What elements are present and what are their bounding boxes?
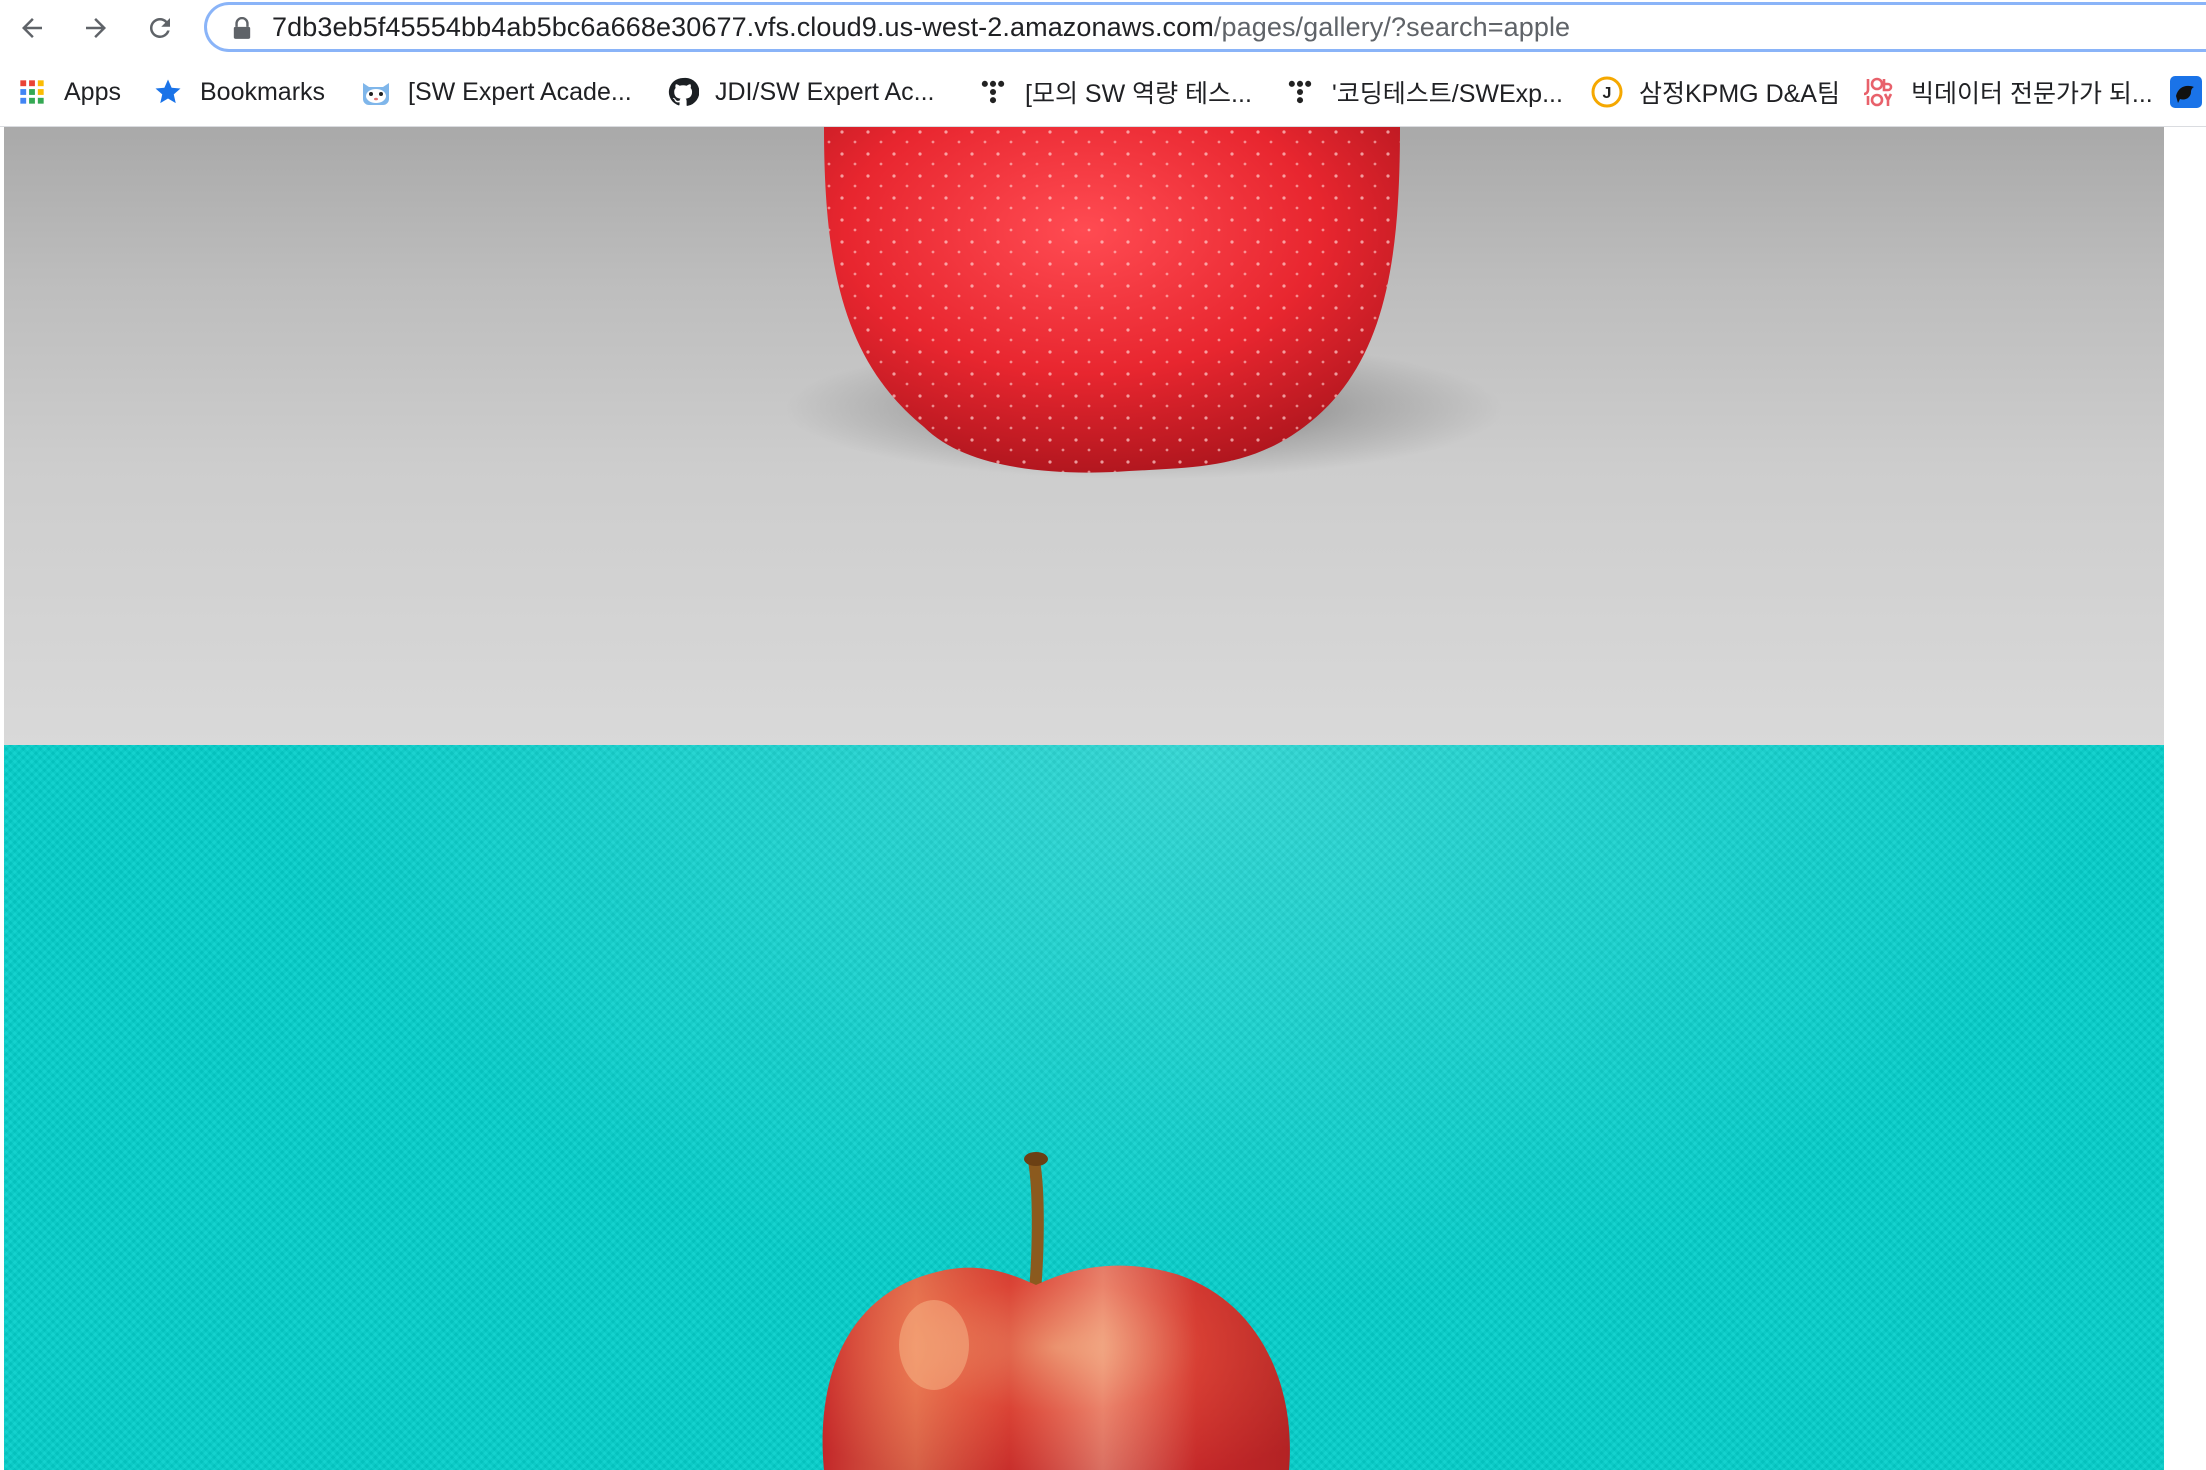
bookmarks-bar: Apps Bookmarks [SW Expert Acade... JDI/S… — [0, 57, 2206, 127]
bookmark-label: Apps — [64, 77, 121, 106]
tistory-icon — [977, 76, 1009, 108]
bookmark-label: [모의 SW 역량 테스... — [1025, 80, 1252, 108]
bookmark-label: Bookmarks — [200, 77, 326, 106]
apple-photo-teal — [822, 1152, 1290, 1470]
back-arrow-icon — [22, 18, 42, 38]
bookmark-tistory-coding-test[interactable]: '코딩테스트/SWExp... — [1284, 72, 1563, 112]
bookmark-label: 삼정KPMG D&A팀 — [1639, 80, 1840, 108]
bookmark-label: JDI/SW Expert Ac... — [715, 77, 935, 106]
lock-icon[interactable] — [231, 17, 253, 41]
swea-cat-icon — [360, 76, 392, 108]
url-host: 7db3eb5f45554bb4ab5bc6a668e30677.vfs.clo… — [272, 12, 1214, 42]
bookmark-tistory-mock-test[interactable]: [모의 SW 역량 테스... — [977, 72, 1252, 112]
bookmark-bigdata[interactable]: 빅데이터 전문가가 되... — [1863, 72, 2153, 112]
tistory-icon — [1284, 76, 1316, 108]
browser-toolbar: 7db3eb5f45554bb4ab5bc6a668e30677.vfs.clo… — [0, 0, 2206, 57]
bookmark-overflow-site[interactable] — [2170, 72, 2202, 112]
svg-text:J: J — [1603, 85, 1612, 102]
apple-photo-grey — [784, 127, 1504, 479]
jobkorea-j-icon: J — [1591, 76, 1623, 108]
bookmark-apps[interactable]: Apps — [16, 72, 121, 112]
bookmark-swea[interactable]: [SW Expert Acade... — [360, 72, 632, 112]
bookmark-github-jdi[interactable]: JDI/SW Expert Ac... — [667, 72, 935, 112]
reload-icon — [149, 17, 170, 38]
forward-arrow-icon — [86, 18, 106, 38]
back-button[interactable] — [10, 8, 54, 48]
bird-icon — [2170, 76, 2202, 108]
url-path: /pages/gallery/?search=apple — [1213, 12, 1571, 42]
bookmark-label: '코딩테스트/SWExp... — [1332, 80, 1563, 108]
bookmark-bookmarks-folder[interactable]: Bookmarks — [152, 72, 325, 112]
url-text[interactable]: 7db3eb5f45554bb4ab5bc6a668e30677.vfs.clo… — [272, 5, 1570, 49]
reload-button[interactable] — [138, 8, 182, 48]
gallery-image-apple-grey[interactable] — [4, 127, 2164, 745]
bookmark-label: [SW Expert Acade... — [408, 77, 632, 106]
bookmark-kpmg[interactable]: J 삼정KPMG D&A팀 — [1591, 72, 1840, 112]
address-bar[interactable]: 7db3eb5f45554bb4ab5bc6a668e30677.vfs.clo… — [204, 2, 2206, 52]
github-icon — [667, 76, 699, 108]
job-logo-icon — [1863, 76, 1895, 108]
bookmark-label: 빅데이터 전문가가 되... — [1911, 80, 2153, 108]
gallery-image-apple-teal[interactable] — [4, 745, 2164, 1470]
star-icon — [152, 76, 184, 108]
apps-grid-icon — [16, 76, 48, 108]
forward-button[interactable] — [74, 8, 118, 48]
gallery-results — [0, 127, 2206, 1470]
